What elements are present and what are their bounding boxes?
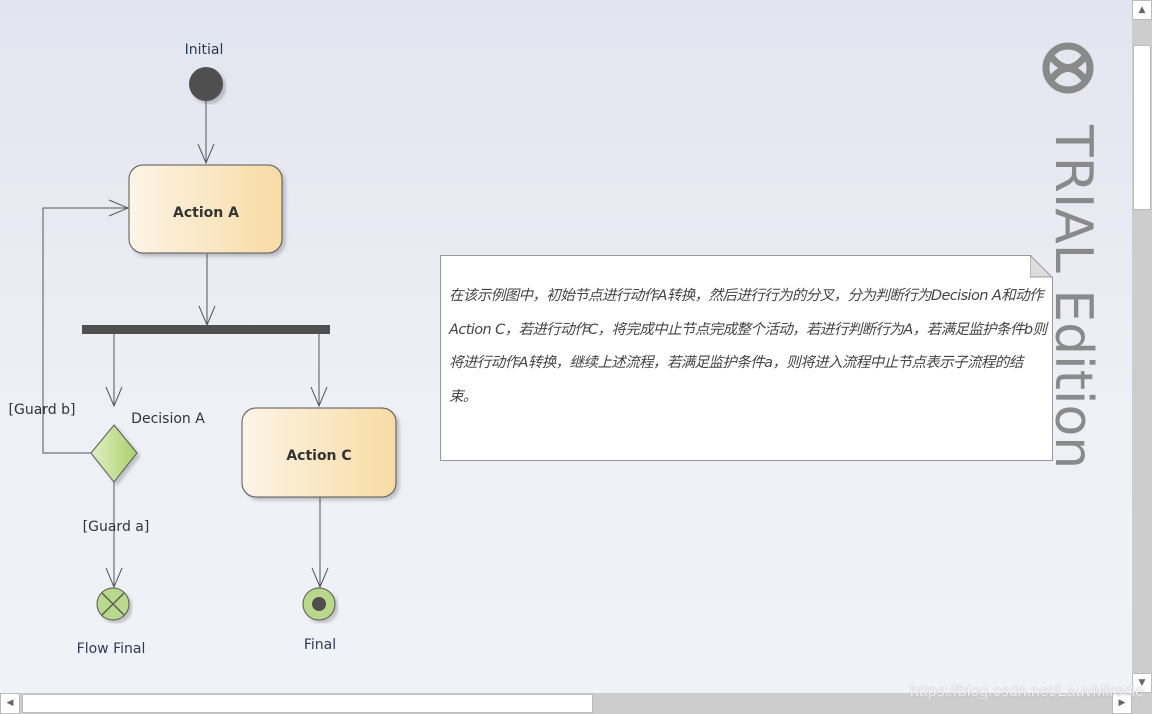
horizontal-scroll-thumb[interactable] <box>22 694 593 713</box>
decision-a-label: Decision A <box>131 411 205 427</box>
flow-final-node[interactable] <box>96 587 130 621</box>
scroll-up-button[interactable]: ▲ <box>1132 0 1152 20</box>
action-c-label: Action C <box>286 448 351 464</box>
final-label: Final <box>304 637 336 653</box>
initial-label: Initial <box>185 42 224 58</box>
initial-node[interactable] <box>189 67 223 101</box>
url-watermark: https://blog.csdn.net/LauvMiracle <box>910 683 1144 700</box>
note-text: 在该示例图中，初始节点进行动作A转换，然后进行行为的分叉，分为判断行为Decis… <box>449 288 1047 405</box>
scroll-left-button[interactable]: ◀ <box>0 693 20 714</box>
note-box[interactable]: 在该示例图中，初始节点进行动作A转换，然后进行行为的分叉，分为判断行为Decis… <box>440 255 1053 461</box>
guard-a-label: [Guard a] <box>83 519 150 535</box>
decision-a-node[interactable] <box>90 424 138 483</box>
flow-final-label: Flow Final <box>77 641 146 657</box>
vertical-scroll-thumb[interactable] <box>1133 45 1151 210</box>
action-a-label: Action A <box>173 205 239 221</box>
vertical-scrollbar[interactable]: ▲ ▼ <box>1132 0 1152 693</box>
guard-b-label: [Guard b] <box>9 402 76 418</box>
final-node[interactable] <box>302 587 336 621</box>
trial-logo-icon <box>1042 42 1094 94</box>
fork-bar[interactable] <box>82 325 330 334</box>
